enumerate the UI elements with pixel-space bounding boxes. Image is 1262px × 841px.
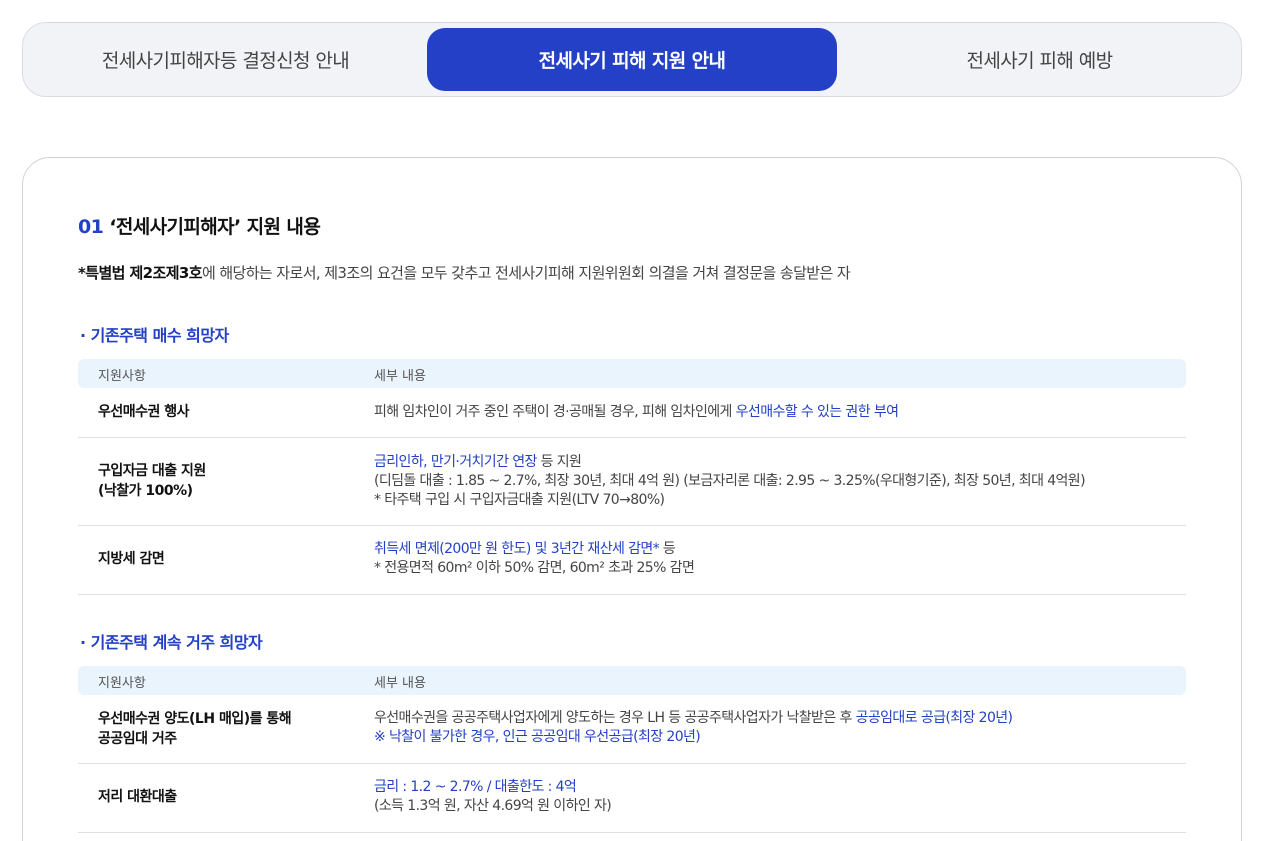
tab-application-guide[interactable]: 전세사기피해자등 결정신청 안내 xyxy=(23,28,428,91)
row-key-line: (낙찰가 100%) xyxy=(98,483,193,499)
row-value-text: 우선매수권을 공공주택사업자에게 양도하는 경우 LH 등 공공주택사업자가 낙… xyxy=(374,710,856,726)
section-description: *특별법 제2조제3호에 해당하는 자로서, 제3조의 요건을 모두 갖추고 전… xyxy=(78,262,851,283)
header-detail: 세부 내용 xyxy=(374,369,426,384)
row-key: 우선매수권 행사 xyxy=(98,404,190,420)
row-value-highlight: 우선매수할 수 있는 권한 부여 xyxy=(735,404,899,420)
row-value-note: (소득 1.3억 원, 자산 4.69억 원 이하인 자) xyxy=(374,798,612,814)
row-value: 금리 : 1.2 ~ 2.7% / 대출한도 : 4억 (소득 1.3억 원, … xyxy=(374,778,612,816)
row-value-highlight: 금리 : 1.2 ~ 2.7% / 대출한도 : 4억 xyxy=(374,779,577,795)
tab-prevention[interactable]: 전세사기 피해 예방 xyxy=(837,28,1242,91)
row-value: 취득세 면제(200만 원 한도) 및 3년간 재산세 감면* 등 * 전용면적… xyxy=(374,540,695,578)
tab-support-guide[interactable]: 전세사기 피해 지원 안내 xyxy=(427,28,837,91)
row-key: 지방세 감면 xyxy=(98,551,165,567)
row-value-highlight: 취득세 면제(200만 원 한도) 및 3년간 재산세 감면* xyxy=(374,541,660,557)
tab-bar: 전세사기피해자등 결정신청 안내 전세사기 피해 지원 안내 전세사기 피해 예… xyxy=(22,22,1242,97)
group-title-purchase: · 기존주택 매수 희망자 xyxy=(80,326,229,345)
law-reference: *특별법 제2조제3호 xyxy=(78,264,203,282)
row-value: 피해 임차인이 거주 중인 주택이 경·공매될 경우, 피해 임차인에게 우선매… xyxy=(374,403,899,422)
row-value-line: (디딤돌 대출 : 1.85 ~ 2.7%, 최장 30년, 최대 4억 원) … xyxy=(374,473,1086,489)
row-key: 구입자금 대출 지원 (낙찰가 100%) xyxy=(98,461,206,501)
table-header: 지원사항 세부 내용 xyxy=(78,359,1186,388)
table-row: 우선매수권 양도(LH 매입)를 통해 공공임대 거주 우선매수권을 공공주택사… xyxy=(78,695,1186,764)
header-support-item: 지원사항 xyxy=(98,369,146,384)
description-text: 에 해당하는 자로서, 제3조의 요건을 모두 갖추고 전세사기피해 지원위원회… xyxy=(201,264,851,282)
table-row: 구입자금 대출 지원 (낙찰가 100%) 금리인하, 만기·거치기간 연장 등… xyxy=(78,438,1186,526)
header-detail: 세부 내용 xyxy=(374,676,426,691)
row-value: 금리인하, 만기·거치기간 연장 등 지원 (디딤돌 대출 : 1.85 ~ 2… xyxy=(374,453,1086,510)
row-key: 저리 대환대출 xyxy=(98,789,177,805)
table-row: 지방세 감면 취득세 면제(200만 원 한도) 및 3년간 재산세 감면* 등… xyxy=(78,526,1186,595)
row-key-line: 우선매수권 양도(LH 매입)를 통해 xyxy=(98,711,292,727)
table-header: 지원사항 세부 내용 xyxy=(78,666,1186,695)
row-value-text: 등 지원 xyxy=(536,454,582,470)
row-value-text: 등 xyxy=(659,541,676,557)
row-value-note: * 타주택 구입 시 구입자금대출 지원(LTV 70→80%) xyxy=(374,492,665,508)
row-value-note: * 전용면적 60m² 이하 50% 감면, 60m² 초과 25% 감면 xyxy=(374,560,695,576)
row-key-line: 공공임대 거주 xyxy=(98,731,177,747)
row-value-text: 피해 임차인이 거주 중인 주택이 경·공매될 경우, 피해 임차인에게 xyxy=(374,404,736,420)
row-key: 우선매수권 양도(LH 매입)를 통해 공공임대 거주 xyxy=(98,709,292,749)
row-key-line: 구입자금 대출 지원 xyxy=(98,463,206,479)
section-number: 01 xyxy=(78,216,104,238)
row-value: 우선매수권을 공공주택사업자에게 양도하는 경우 LH 등 공공주택사업자가 낙… xyxy=(374,709,1013,747)
row-value-highlight: 금리인하, 만기·거치기간 연장 xyxy=(374,454,537,470)
table-row: 우선매수권 행사 피해 임차인이 거주 중인 주택이 경·공매될 경우, 피해 … xyxy=(78,388,1186,438)
group-title-residence: · 기존주택 계속 거주 희망자 xyxy=(80,633,263,652)
row-value-note: ※ 낙찰이 불가한 경우, 인근 공공임대 우선공급(최장 20년) xyxy=(374,729,701,745)
header-support-item: 지원사항 xyxy=(98,676,146,691)
table-row: 저리 대환대출 금리 : 1.2 ~ 2.7% / 대출한도 : 4억 (소득 … xyxy=(78,764,1186,833)
section-title: 01 ‘전세사기피해자’ 지원 내용 xyxy=(78,212,321,239)
section-title-text: ‘전세사기피해자’ 지원 내용 xyxy=(109,216,321,238)
row-value-highlight: 공공임대로 공급(최장 20년) xyxy=(855,710,1013,726)
